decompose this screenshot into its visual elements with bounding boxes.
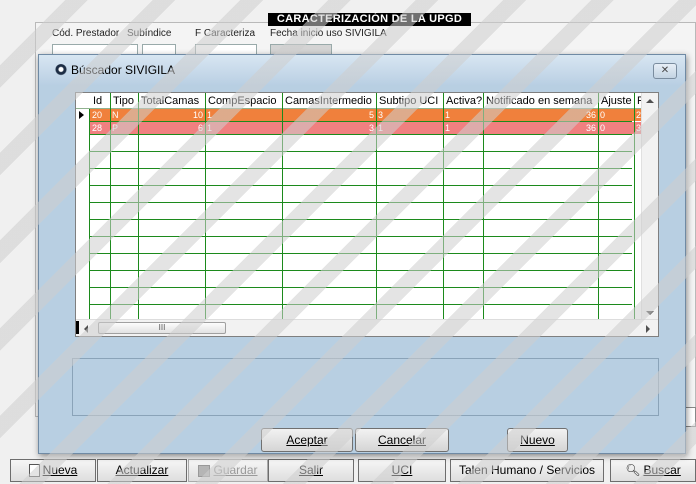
dialog-title: Búscador SIVIGILA — [71, 63, 176, 77]
form-title: CARACTERIZACIÓN DE LA UPGD — [268, 13, 471, 26]
nueva-label: Nueva — [42, 463, 78, 477]
cell-ajuste: 0 — [600, 110, 606, 120]
grid-line — [76, 121, 632, 122]
current-row-pointer-icon — [79, 111, 84, 119]
aceptar-button[interactable]: Aceptar — [261, 428, 353, 452]
scroll-left-icon[interactable] — [84, 325, 88, 333]
new-document-icon — [28, 464, 40, 478]
app-icon — [55, 64, 67, 76]
buscador-dialog: Búscador SIVIGILA ✕ Id Tipo TotalCamas C… — [38, 54, 686, 454]
dialog-titlebar[interactable]: Búscador SIVIGILA ✕ — [39, 55, 685, 85]
column-header-id[interactable]: Id — [90, 93, 110, 109]
grid-line — [76, 236, 632, 237]
aceptar-label: Aceptar — [286, 433, 328, 447]
column-header-ajuste[interactable]: Ajuste — [598, 93, 634, 109]
cell-tipo: N — [112, 110, 119, 120]
buscar-button[interactable]: 🔍︎ Buscar — [610, 459, 696, 482]
nueva-button[interactable]: Nueva — [10, 459, 96, 482]
horizontal-scroll-thumb[interactable]: III — [98, 322, 226, 334]
results-grid[interactable]: Id Tipo TotalCamas CompEspacio CamasInte… — [75, 92, 659, 337]
cell-compespacio: 1 — [207, 110, 213, 120]
table-row[interactable]: 28 P 6 1 3 1 1 36 0 31/ — [76, 122, 658, 134]
grid-line — [634, 93, 635, 322]
nuevo-button[interactable]: Nuevo — [507, 428, 568, 452]
grid-line — [76, 219, 632, 220]
actualizar-button[interactable]: Actualizar — [97, 459, 187, 482]
fecha-inicio-label: Fecha inicio uso SIVIGILA — [270, 28, 387, 39]
cell-totalcamas: 10 — [192, 110, 203, 120]
cell-tipo: P — [112, 123, 119, 133]
column-header-totalcamas[interactable]: TotalCamas — [138, 93, 205, 109]
grid-line — [76, 304, 632, 305]
cell-notificado: 36 — [585, 110, 596, 120]
detail-panel — [72, 358, 659, 416]
talento-humano-button[interactable]: Talen Humano / Servicios — [450, 459, 604, 482]
column-header-camasintermedio[interactable]: CamasIntermedio — [282, 93, 376, 109]
cell-totalcamas: 6 — [197, 123, 203, 133]
cancelar-label: Cancelar — [377, 433, 427, 447]
grid-line — [76, 253, 632, 254]
grid-line — [76, 287, 632, 288]
cell-camasintermedio: 3 — [368, 123, 374, 133]
cell-ajuste: 0 — [600, 123, 606, 133]
grid-line — [76, 134, 632, 135]
guardar-button[interactable]: Guardar — [188, 459, 268, 482]
salir-button[interactable]: Salir — [268, 459, 354, 482]
grid-header: Id Tipo TotalCamas CompEspacio CamasInte… — [76, 93, 658, 109]
grid-line — [76, 185, 632, 186]
save-icon — [198, 464, 211, 477]
salir-label: Salir — [298, 463, 323, 477]
f-caracteriza-label: F Caracteriza — [195, 28, 256, 39]
row-selector-column[interactable] — [76, 109, 90, 326]
scroll-up-icon[interactable] — [646, 99, 654, 103]
close-button[interactable]: ✕ — [653, 63, 677, 79]
nuevo-label: Nuevo — [520, 433, 555, 447]
scroll-grip-icon: III — [158, 323, 166, 332]
bottom-toolbar: Nueva Actualizar Guardar Salir UCI Talen… — [0, 455, 696, 484]
cell-id: 28 — [92, 123, 103, 133]
cell-subtipo-uci: 3 — [378, 110, 384, 120]
column-header-tipo[interactable]: Tipo — [110, 93, 138, 109]
cell-notificado: 36 — [585, 123, 596, 133]
grid-line — [76, 202, 632, 203]
grid-line — [76, 270, 632, 271]
scroll-right-icon[interactable] — [646, 325, 650, 333]
column-header-subtipo-uci[interactable]: Subtipo UCI — [376, 93, 443, 109]
grid-line — [76, 151, 632, 152]
actualizar-label: Actualizar — [115, 463, 169, 477]
column-header-compespacio[interactable]: CompEspacio — [205, 93, 282, 109]
cell-compespacio: 1 — [207, 123, 213, 133]
column-header-activa[interactable]: Activa? — [443, 93, 483, 109]
uci-button[interactable]: UCI — [358, 459, 446, 482]
column-header-notificado[interactable]: Notificado en semana — [483, 93, 598, 109]
cell-activa: 1 — [445, 123, 451, 133]
grid-line — [76, 168, 632, 169]
binoculars-icon: 🔍︎ — [625, 463, 641, 478]
close-icon: ✕ — [660, 65, 670, 76]
cod-prestador-label: Cód. Prestador — [52, 28, 120, 39]
horizontal-scrollbar[interactable]: III — [76, 319, 658, 336]
scroll-down-icon[interactable] — [646, 311, 654, 315]
uci-label: UCI — [391, 463, 413, 477]
scroll-edge-marker — [76, 321, 79, 334]
cell-id: 20 — [92, 110, 103, 120]
cell-activa: 1 — [445, 110, 451, 120]
vertical-scrollbar[interactable] — [641, 93, 658, 321]
cancelar-button[interactable]: Cancelar — [355, 428, 449, 452]
talento-label: Talen Humano / Servicios — [458, 463, 596, 477]
cell-camasintermedio: 5 — [368, 110, 374, 120]
buscar-label: Buscar — [643, 463, 681, 477]
guardar-label: Guardar — [213, 463, 258, 477]
table-row[interactable]: 20 N 10 1 5 3 1 36 0 25/ — [76, 109, 658, 121]
cell-subtipo-uci: 1 — [378, 123, 384, 133]
subindice-label: Subíndice — [127, 28, 172, 39]
